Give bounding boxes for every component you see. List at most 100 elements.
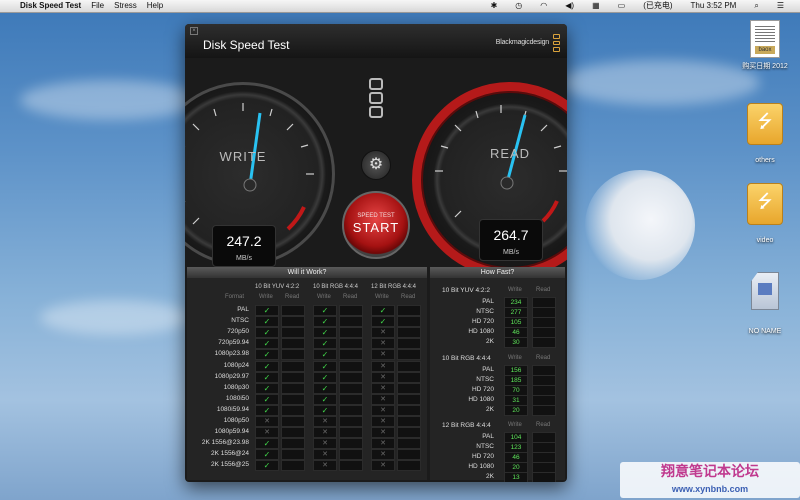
spotlight-icon[interactable]: ⌕ <box>754 0 758 12</box>
read-result-cell <box>339 438 363 450</box>
disk-speed-test-window: × Disk Speed Test Blackmagicdesign WRITE… <box>185 24 567 482</box>
moon-decoration <box>585 170 695 280</box>
write-speed-cell: 30 <box>504 337 528 348</box>
read-result-cell <box>339 427 363 439</box>
clock[interactable]: Thu 3:52 PM <box>691 0 737 12</box>
time-machine-icon[interactable]: ◷ <box>515 0 522 12</box>
desktop-icon-others[interactable]: ⭍ others <box>735 103 795 164</box>
speed-group-name: 12 Bit RGB 4:4:4 <box>442 422 491 429</box>
format-row-label: 1080p23.98 <box>214 350 249 358</box>
speed-format-label: 2K <box>486 473 494 480</box>
check-icon: ✓ <box>313 316 337 328</box>
check-icon: ✓ <box>255 382 279 394</box>
cloud-decoration <box>40 300 190 335</box>
speed-format-label: HD 720 <box>471 318 494 325</box>
cross-icon: ✕ <box>371 349 395 361</box>
speed-format-label: 2K <box>486 406 494 413</box>
site-watermark: 翔意笔记本论坛 www.xynbnb.com <box>620 462 800 498</box>
format-row-label: 2K 1556@23.98 <box>201 439 249 447</box>
battery-icon[interactable]: ▭ <box>618 0 626 12</box>
speed-format-label: HD 1080 <box>468 328 494 335</box>
speed-format-label: NTSC <box>476 443 494 450</box>
write-value-display: 247.2 MB/s <box>212 225 276 267</box>
desktop-icon-sd-card[interactable]: NO NAME <box>735 272 795 335</box>
speed-format-label: PAL <box>482 366 494 373</box>
write-gauge-label: WRITE <box>219 149 267 164</box>
speed-format-label: NTSC <box>476 308 494 315</box>
format-row-label: 1080p50 <box>223 417 249 424</box>
write-subheader: Write <box>317 294 331 300</box>
read-result-cell <box>397 404 421 416</box>
read-result-cell <box>397 449 421 461</box>
keyboard-icon[interactable]: ▦ <box>592 0 600 12</box>
usb-drive-icon: ⭍ <box>747 103 783 145</box>
read-result-cell <box>397 327 421 339</box>
window-titlebar[interactable]: × Disk Speed Test Blackmagicdesign <box>185 24 567 58</box>
drive-select-icon[interactable] <box>369 78 383 118</box>
how-fast-title: How Fast? <box>430 267 565 278</box>
write-speed-cell: 13 <box>504 472 528 482</box>
notification-list-icon[interactable]: ☰ <box>777 0 784 12</box>
cross-icon: ✕ <box>313 416 337 427</box>
check-icon: ✓ <box>255 305 279 316</box>
check-icon: ✓ <box>255 349 279 361</box>
read-result-cell <box>281 327 305 339</box>
speed-group-name: 10 Bit YUV 4:2:2 <box>442 287 490 294</box>
speed-format-label: PAL <box>482 298 494 305</box>
check-icon: ✓ <box>313 349 337 361</box>
speed-format-label: PAL <box>482 433 494 440</box>
cross-icon: ✕ <box>371 438 395 450</box>
bluetooth-icon[interactable]: ✱ <box>491 0 498 12</box>
settings-gear-button[interactable]: ⚙ <box>361 150 391 180</box>
start-button[interactable]: SPEED TEST START <box>342 191 410 259</box>
cross-icon: ✕ <box>371 393 395 405</box>
read-result-cell <box>339 416 363 427</box>
cross-icon: ✕ <box>371 371 395 383</box>
app-menu[interactable]: Disk Speed Test <box>20 0 81 12</box>
format-row-label: 1080p59.94 <box>214 428 249 436</box>
format-row-label: 2K 1556@25 <box>210 461 249 469</box>
window-title: Disk Speed Test <box>203 38 290 52</box>
read-result-cell <box>339 316 363 328</box>
read-speed-cell <box>532 472 556 482</box>
volume-icon[interactable]: ◀) <box>565 0 574 12</box>
read-result-cell <box>339 382 363 394</box>
read-result-cell <box>397 360 421 372</box>
read-result-cell <box>281 438 305 450</box>
read-result-cell <box>281 316 305 328</box>
cross-icon: ✕ <box>371 427 395 439</box>
cross-icon: ✕ <box>371 416 395 427</box>
desktop-icon-document[interactable]: baox 购买日期 2012 <box>735 20 795 71</box>
format-row-label: 1080i59.94 <box>216 405 249 413</box>
check-icon: ✓ <box>255 438 279 450</box>
read-result-cell <box>281 382 305 394</box>
read-value-display: 264.7 MB/s <box>479 219 543 261</box>
brand-logo-icon <box>553 34 560 53</box>
write-subheader: Write <box>508 422 522 428</box>
check-icon: ✓ <box>255 316 279 328</box>
format-row-label: PAL <box>237 306 249 313</box>
battery-status-text: (已充电) <box>643 1 673 10</box>
redline-arc <box>286 206 306 231</box>
start-button-label: START <box>352 220 400 235</box>
close-window-button[interactable]: × <box>190 27 198 35</box>
menu-help[interactable]: Help <box>147 0 163 12</box>
format-row-label: 1080i50 <box>225 394 249 402</box>
read-result-cell <box>281 427 305 439</box>
check-icon: ✓ <box>255 460 279 472</box>
write-speed-unit: MB/s <box>236 255 252 262</box>
format-row-label: 1080p24 <box>223 361 249 369</box>
read-result-cell <box>339 327 363 339</box>
read-result-cell <box>397 349 421 361</box>
read-gauge: READ 264.7 MB/s <box>412 82 567 278</box>
format-row-label: 1080p30 <box>223 383 249 391</box>
desktop-icon-video[interactable]: ⭍ video <box>735 183 795 244</box>
menu-file[interactable]: File <box>91 0 104 12</box>
menu-stress[interactable]: Stress <box>114 0 137 12</box>
redline-arc <box>541 200 559 223</box>
check-icon: ✓ <box>371 316 395 328</box>
wifi-icon[interactable]: ◠ <box>540 0 547 12</box>
read-result-cell <box>281 393 305 405</box>
read-result-cell <box>281 371 305 383</box>
format-row-label: 1080p29.97 <box>214 372 249 380</box>
